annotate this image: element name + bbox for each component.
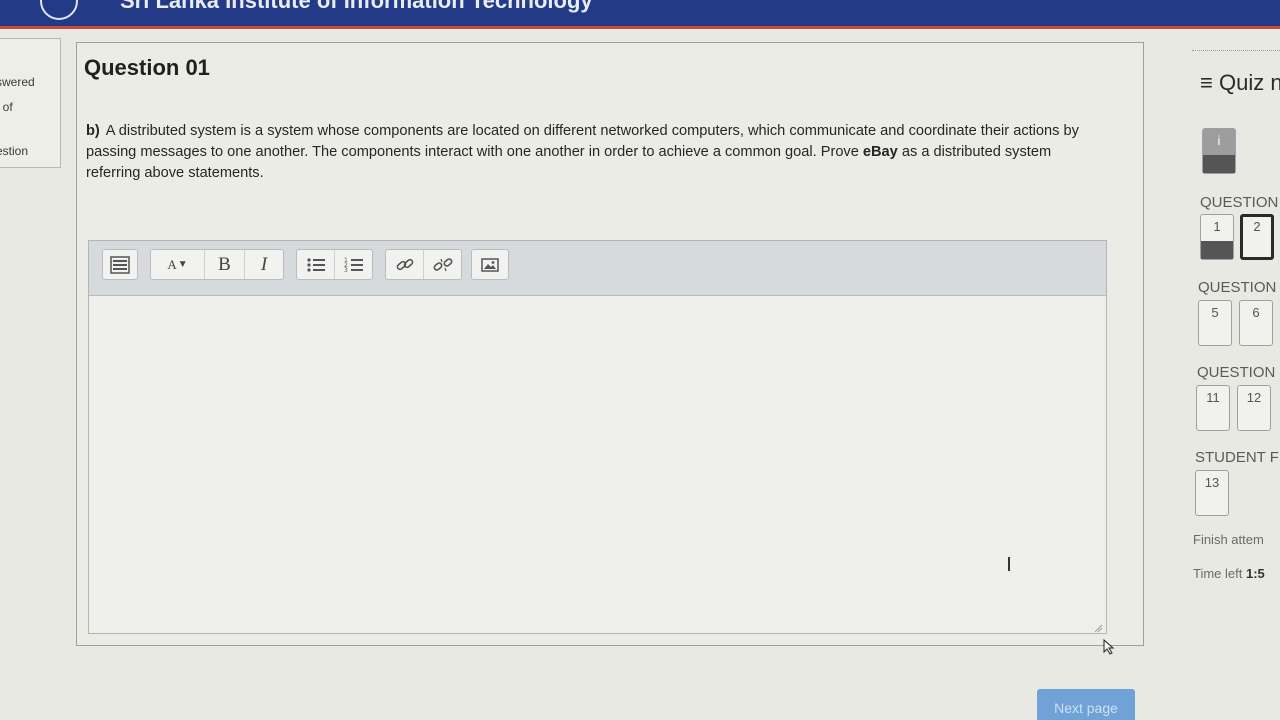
question-nav-number: 2 <box>1253 219 1261 234</box>
section-label-1: QUESTION <box>1200 194 1279 211</box>
section-label-3: QUESTION <box>1197 364 1276 381</box>
toolbar-group-lists: 1 2 3 <box>296 249 373 280</box>
link-icon[interactable] <box>386 250 424 279</box>
quiz-navigation-title-text: Quiz n <box>1218 70 1280 95</box>
toolbar-group-more <box>102 249 138 280</box>
unordered-list-icon[interactable] <box>297 250 335 279</box>
question-nav-2[interactable]: 2 <box>1240 214 1274 260</box>
insert-image-icon[interactable] <box>472 250 508 279</box>
answer-text-area[interactable] <box>94 299 1101 627</box>
site-header: Sri Lanka Institute of Information Techn… <box>0 0 1280 29</box>
info-icon: i <box>1217 133 1221 148</box>
section-label-2: QUESTION <box>1198 279 1277 296</box>
section-label-4: STUDENT F <box>1195 449 1279 466</box>
toolbar-group-format: A ▼ B I <box>150 249 284 280</box>
bold-label: B <box>218 253 231 275</box>
question-text: b) A distributed system is a system whose… <box>86 121 1106 184</box>
question-nav-number: 12 <box>1246 390 1262 405</box>
question-nav-6[interactable]: 6 <box>1239 300 1273 346</box>
question-nav-number: 1 <box>1213 219 1221 234</box>
font-size-label: A <box>167 256 177 272</box>
time-left-value: 1:5 <box>1245 566 1265 581</box>
mouse-pointer-icon <box>1103 638 1115 660</box>
question-nav-5[interactable]: 5 <box>1198 300 1232 346</box>
quiz-navigation-panel: ≡ Quiz n i QUESTION 1 2 QUESTION 5 6 QUE… <box>1188 44 1280 720</box>
question-nav-number: 5 <box>1211 305 1219 320</box>
question-nav-11[interactable]: 11 <box>1196 385 1230 431</box>
question-nav-number: 13 <box>1204 475 1220 490</box>
answer-editor: A ▼ B I 1 2 3 <box>88 240 1107 634</box>
show-more-buttons-icon[interactable] <box>103 250 137 279</box>
answered-status: swered <box>0 75 35 89</box>
next-page-button[interactable]: Next page <box>1037 689 1135 720</box>
site-title: Sri Lanka Institute of Information Techn… <box>120 0 593 13</box>
svg-text:3: 3 <box>344 267 348 274</box>
question-info-panel: swered t of estion <box>0 38 61 168</box>
italic-button[interactable]: I <box>245 250 283 279</box>
question-title: Question 01 <box>84 55 210 80</box>
font-size-icon: ▼ <box>177 259 188 270</box>
unlink-icon[interactable] <box>424 250 461 279</box>
question-nav-number: 11 <box>1206 390 1220 405</box>
bold-button[interactable]: B <box>205 250 245 279</box>
font-size-button[interactable]: A ▼ <box>151 250 205 279</box>
question-brand: eBay <box>862 144 898 160</box>
question-nav-number: 6 <box>1252 305 1260 320</box>
question-nav-13[interactable]: 13 <box>1195 470 1229 516</box>
question-nav-12[interactable]: 12 <box>1237 385 1271 431</box>
question-nav-1[interactable]: 1 <box>1200 214 1234 260</box>
italic-label: I <box>260 253 268 275</box>
question-part-label: b) <box>86 123 100 139</box>
ordered-list-icon[interactable]: 1 2 3 <box>335 250 372 279</box>
toolbar-group-media <box>471 249 509 280</box>
time-left: Time left 1:5 <box>1193 566 1265 581</box>
resize-handle-icon[interactable] <box>1093 620 1103 633</box>
quiz-info-button[interactable]: i <box>1202 128 1236 174</box>
finish-attempt-link[interactable]: Finish attem <box>1193 532 1264 547</box>
panel-divider <box>1192 50 1280 51</box>
question-card: Question 01 b) A distributed system is a … <box>76 42 1144 646</box>
toolbar-group-links <box>385 249 462 280</box>
institute-logo-icon <box>40 0 78 20</box>
flag-question-link[interactable]: estion <box>0 144 28 158</box>
marks-info: t of <box>0 100 13 114</box>
time-left-label: Time left <box>1193 566 1243 581</box>
quiz-navigation-title: ≡ Quiz n <box>1200 70 1280 96</box>
menu-icon[interactable]: ≡ <box>1200 70 1213 95</box>
text-cursor-icon <box>1008 557 1010 571</box>
editor-toolbar: A ▼ B I 1 2 3 <box>89 241 1106 296</box>
